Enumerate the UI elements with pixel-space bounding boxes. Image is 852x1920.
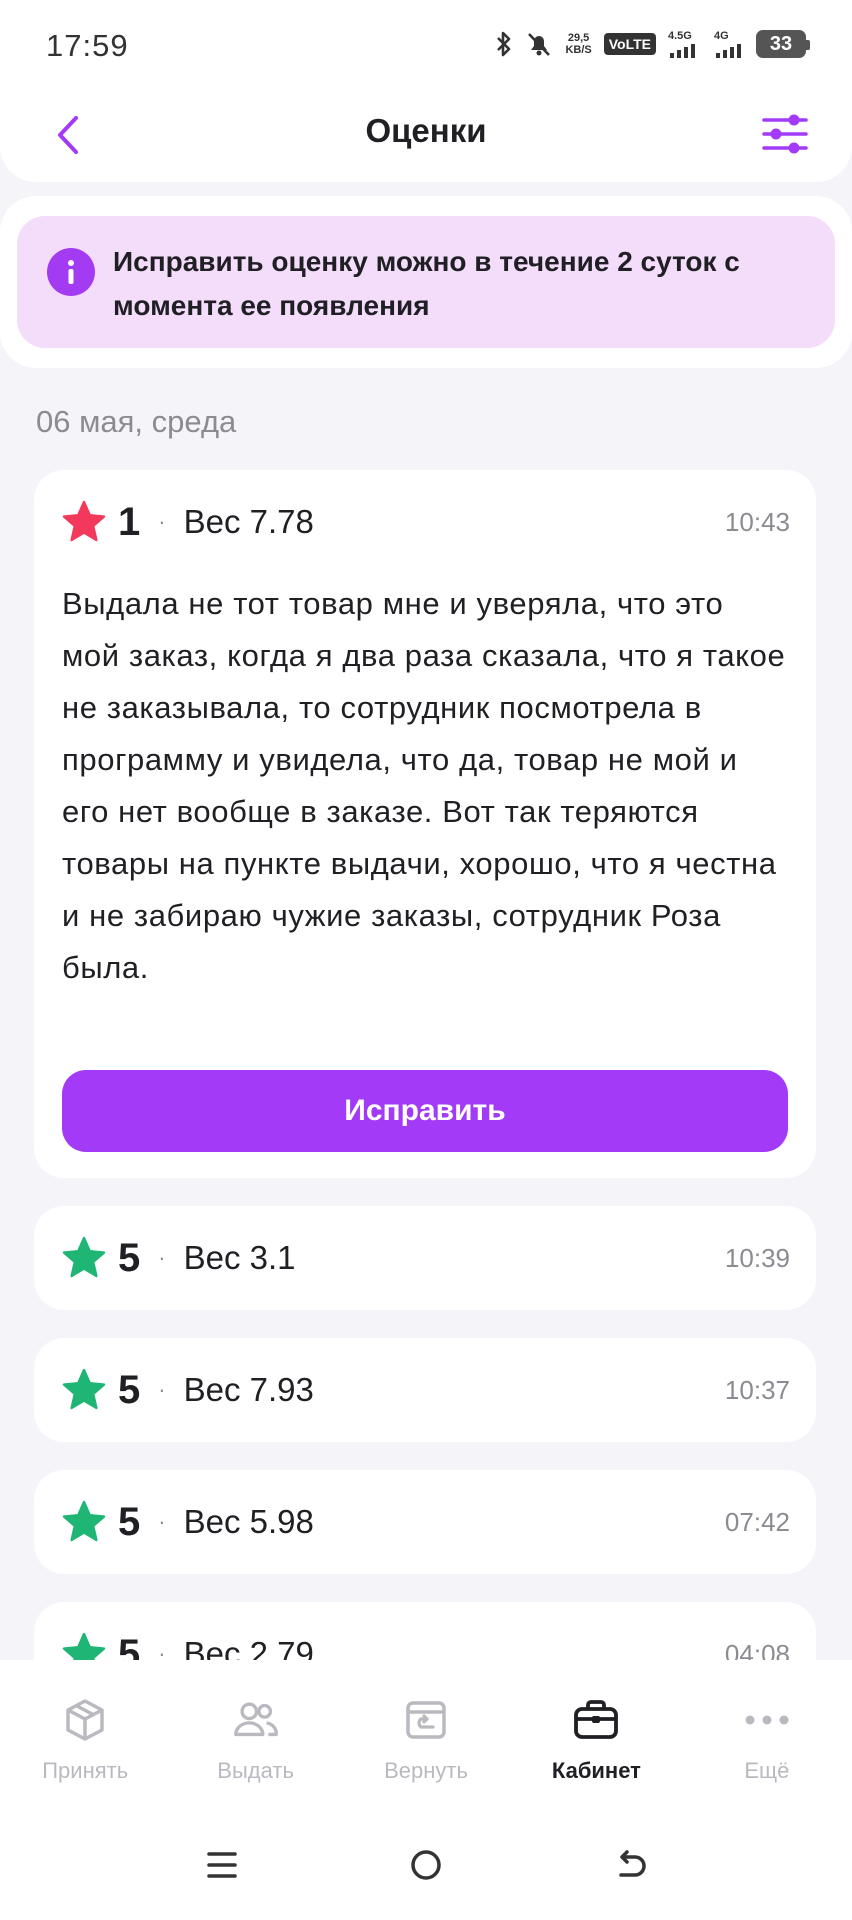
nav-item-more[interactable]: Ещё — [682, 1660, 852, 1810]
sim2-label: 4G — [714, 29, 729, 42]
more-icon — [743, 1696, 791, 1744]
home-circle-icon — [411, 1850, 441, 1880]
review-card-header: 1 · Вес 7.78 10:43 — [60, 470, 790, 574]
bottom-nav: Принять Выдать Вернуть Кабинет Ещё — [0, 1660, 852, 1810]
star-icon — [60, 1366, 108, 1414]
system-back-button[interactable] — [600, 1835, 660, 1895]
info-banner: Исправить оценку можно в течение 2 суток… — [17, 216, 835, 348]
page-title: Оценки — [365, 112, 487, 149]
net-speed-value: 29,5 — [567, 32, 590, 44]
review-text: Выдала не тот товар мне и уверяла, что э… — [62, 586, 786, 985]
system-nav-bar — [0, 1810, 852, 1920]
review-weight: Вес 7.93 — [183, 1371, 314, 1408]
nav-item-return[interactable]: Вернуть — [341, 1660, 511, 1810]
nav-item-accept[interactable]: Принять — [0, 1660, 170, 1810]
star-icon — [60, 498, 108, 546]
return-icon — [402, 1696, 450, 1744]
nav-label: Выдать — [217, 1758, 294, 1783]
review-card-header: 5 · Вес 7.93 10:37 — [60, 1338, 790, 1442]
status-bar: 17:59 29,5 KB/S VoLTE 4.5G 4G 33 — [0, 0, 852, 90]
signal-sim1-icon: 4.5G — [668, 29, 702, 58]
review-card[interactable]: 5 · Вес 7.93 10:37 — [34, 1338, 816, 1442]
review-score: 1 — [118, 499, 141, 544]
bluetooth-icon — [495, 30, 513, 58]
date-group-label: 06 мая, среда — [36, 404, 237, 439]
info-icon — [47, 248, 95, 296]
separator-dot: · — [158, 1509, 166, 1534]
sim1-label: 4.5G — [668, 29, 692, 42]
separator-dot: · — [158, 1245, 166, 1270]
net-speed: 29,5 KB/S — [565, 32, 591, 56]
nav-label: Вернуть — [384, 1758, 468, 1783]
sliders-icon — [762, 114, 808, 154]
review-time: 07:42 — [724, 1506, 790, 1537]
filter-button[interactable] — [760, 108, 810, 160]
star-icon — [60, 1234, 108, 1282]
users-icon — [232, 1696, 280, 1744]
home-button[interactable] — [396, 1835, 456, 1895]
review-card: 1 · Вес 7.78 10:43 Выдала не тот товар м… — [34, 470, 816, 1178]
review-card-header: 5 · Вес 3.1 10:39 — [60, 1206, 790, 1310]
nav-item-issue[interactable]: Выдать — [170, 1660, 340, 1810]
recent-apps-button[interactable] — [192, 1835, 252, 1895]
review-weight: Вес 7.78 — [183, 503, 314, 540]
status-time: 17:59 — [46, 28, 129, 63]
app-header: Оценки — [0, 90, 852, 182]
separator-dot: · — [158, 1377, 166, 1402]
separator-dot: · — [158, 509, 166, 534]
menu-icon — [207, 1852, 237, 1878]
review-time: 10:43 — [724, 506, 790, 537]
info-banner-wrap: Исправить оценку можно в течение 2 суток… — [0, 196, 852, 368]
nav-label: Кабинет — [551, 1758, 641, 1783]
battery-icon: 33 — [756, 30, 810, 58]
net-speed-unit: KB/S — [565, 44, 592, 56]
nav-label: Принять — [42, 1758, 129, 1783]
review-card[interactable]: 5 · Вес 5.98 07:42 — [34, 1470, 816, 1574]
briefcase-icon — [572, 1696, 620, 1744]
volte-badge: VoLTE — [603, 33, 656, 55]
fix-rating-button[interactable]: Исправить — [62, 1070, 788, 1152]
info-banner-text: Исправить оценку можно в течение 2 суток… — [113, 246, 740, 321]
review-score: 5 — [118, 1499, 141, 1544]
review-time: 10:39 — [724, 1242, 790, 1273]
review-card[interactable]: 5 · Вес 3.1 10:39 — [34, 1206, 816, 1310]
review-score: 5 — [118, 1235, 141, 1280]
review-score: 5 — [118, 1367, 141, 1412]
review-card-header: 5 · Вес 5.98 07:42 — [60, 1470, 790, 1574]
signal-sim2-icon: 4G — [714, 29, 744, 58]
nav-item-cabinet[interactable]: Кабинет — [511, 1660, 681, 1810]
status-icons: 29,5 KB/S VoLTE 4.5G 4G 33 — [495, 26, 810, 62]
review-time: 10:37 — [724, 1374, 790, 1405]
star-icon — [60, 1498, 108, 1546]
review-weight: Вес 5.98 — [183, 1503, 314, 1540]
nav-label: Ещё — [744, 1758, 790, 1783]
box-icon — [61, 1696, 109, 1744]
review-weight: Вес 3.1 — [183, 1239, 296, 1276]
bell-muted-icon — [525, 30, 553, 58]
back-arrow-icon — [619, 1850, 646, 1877]
